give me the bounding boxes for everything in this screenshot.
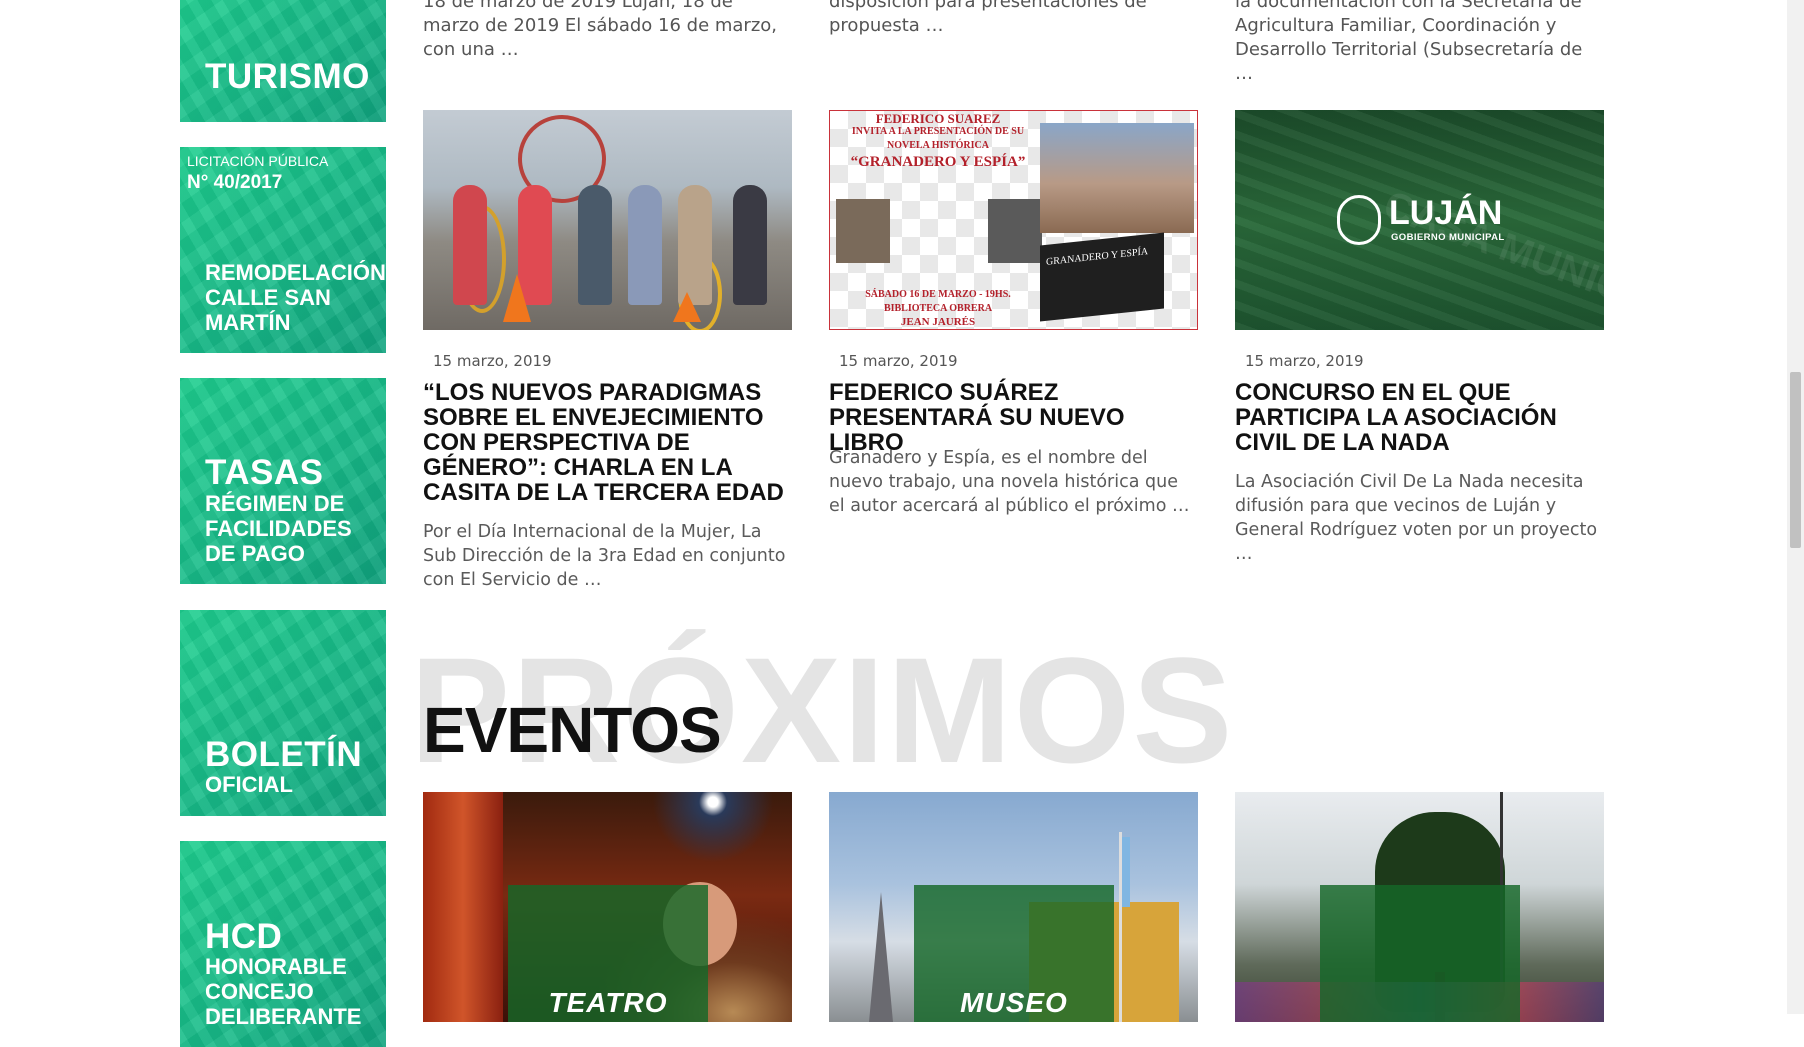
news-date: 15 marzo, 2019 bbox=[433, 352, 552, 370]
news-card: la documentación con la Secretaría de Ag… bbox=[1235, 0, 1604, 600]
event-caption: TEATRO bbox=[548, 987, 668, 1018]
news-title[interactable]: FEDERICO SUÁREZ PRESENTARÁ SU NUEVO LIBR… bbox=[829, 380, 1198, 455]
news-card: disposición para presentaciones de propu… bbox=[829, 0, 1198, 600]
licitacion-label: LICITACIÓN PÚBLICA bbox=[187, 153, 329, 169]
logo-subtitle: GOBIERNO MUNICIPAL bbox=[1391, 232, 1505, 243]
news-title[interactable]: “LOS NUEVOS PARADIGMAS SOBRE EL ENVEJECI… bbox=[423, 380, 792, 505]
flyer-photo bbox=[988, 199, 1042, 263]
news-excerpt: Por el Día Internacional de la Mujer, La… bbox=[423, 522, 786, 590]
flyer-text: INVITA A LA PRESENTACIÓN DE SU bbox=[851, 126, 1025, 137]
licitacion-line3: REMODELACIÓN bbox=[205, 260, 386, 285]
hcd-line1: HONORABLE bbox=[205, 954, 347, 979]
tasas-line1: RÉGIMEN DE bbox=[205, 491, 345, 516]
news-thumbnail[interactable] bbox=[423, 110, 792, 330]
book-title: GRANADERO Y ESPÍA bbox=[1046, 246, 1149, 268]
tasas-title: TASAS bbox=[205, 453, 324, 492]
previous-excerpt: disposición para presentaciones de propu… bbox=[829, 0, 1147, 36]
boletin-line1: OFICIAL bbox=[205, 772, 293, 797]
lujan-logo: LUJÁN GOBIERNO MUNICIPAL bbox=[1337, 195, 1507, 251]
flyer-text: NOVELA HISTÓRICA bbox=[887, 140, 989, 151]
news-thumbnail[interactable]: FEDERICO SUAREZ INVITA A LA PRESENTACIÓN… bbox=[829, 110, 1198, 330]
boletin-banner[interactable]: BOLETÍN OFICIAL bbox=[180, 610, 386, 816]
person bbox=[733, 185, 767, 305]
flyer-book: GRANADERO Y ESPÍA bbox=[1040, 232, 1164, 322]
section-title: EVENTOS bbox=[423, 694, 722, 766]
licitacion-line4: CALLE SAN bbox=[205, 285, 331, 310]
event-card-museo[interactable]: MUSEO bbox=[829, 792, 1198, 1022]
event-card-teatro[interactable]: TEATRO bbox=[423, 792, 792, 1022]
vertical-scrollbar[interactable] bbox=[1787, 0, 1804, 1014]
hcd-banner[interactable]: HCD HONORABLE CONCEJO DELIBERANTE bbox=[180, 841, 386, 1047]
scrollbar-thumb[interactable] bbox=[1790, 372, 1801, 548]
news-card: 18 de marzo de 2019 Luján, 18 de marzo d… bbox=[423, 0, 792, 600]
church-spire bbox=[869, 892, 893, 1022]
flyer-photo bbox=[836, 199, 890, 263]
flyer-text: FEDERICO SUAREZ bbox=[875, 111, 1001, 126]
news-excerpt: La Asociación Civil De La Nada necesita … bbox=[1235, 472, 1598, 564]
stage-curtain bbox=[423, 792, 503, 1022]
cone bbox=[673, 292, 701, 322]
hcd-line3: DELIBERANTE bbox=[205, 1004, 362, 1029]
person bbox=[678, 185, 712, 305]
news-title[interactable]: CONCURSO EN EL QUE PARTICIPA LA ASOCIACI… bbox=[1235, 380, 1604, 455]
flyer-text: “GRANADERO Y ESPÍA” bbox=[850, 154, 1026, 170]
hcd-line2: CONCEJO bbox=[205, 979, 314, 1004]
licitacion-banner[interactable]: LICITACIÓN PÚBLICA N° 40/2017 REMODELACI… bbox=[180, 147, 386, 353]
tasas-banner[interactable]: TASAS RÉGIMEN DE FACILIDADES DE PAGO bbox=[180, 378, 386, 584]
event-caption: MUSEO bbox=[960, 987, 1068, 1018]
person bbox=[628, 185, 662, 305]
flag bbox=[1122, 837, 1130, 907]
news-thumbnail[interactable]: CASA MUNICIPAL LUJÁN GOBIERNO MUNICIPAL bbox=[1235, 110, 1604, 330]
shield-icon bbox=[1337, 195, 1381, 245]
flyer-text: SÁBADO 16 DE MARZO - 19HS. bbox=[865, 289, 1011, 300]
news-date: 15 marzo, 2019 bbox=[1245, 352, 1364, 370]
event-card-plaza[interactable] bbox=[1235, 792, 1604, 1022]
person bbox=[453, 185, 487, 305]
cone bbox=[503, 274, 531, 322]
person bbox=[578, 185, 612, 305]
flyer-landscape bbox=[1040, 123, 1194, 233]
previous-excerpt: 18 de marzo de 2019 Luján, 18 de marzo d… bbox=[423, 0, 778, 60]
previous-excerpt: la documentación con la Secretaría de Ag… bbox=[1235, 0, 1583, 84]
licitacion-line5: MARTÍN bbox=[205, 310, 291, 335]
news-date: 15 marzo, 2019 bbox=[839, 352, 958, 370]
turismo-banner[interactable]: TURISMO bbox=[180, 0, 386, 122]
flyer-text: JEAN JAURÉS bbox=[900, 316, 976, 328]
event-overlay bbox=[1320, 885, 1520, 1022]
tasas-line3: DE PAGO bbox=[205, 541, 305, 566]
tasas-line2: FACILIDADES bbox=[205, 516, 352, 541]
boletin-title: BOLETÍN bbox=[205, 735, 363, 774]
news-excerpt: Granadero y Espía, es el nombre del nuev… bbox=[829, 448, 1190, 516]
turismo-title: TURISMO bbox=[205, 57, 370, 96]
hcd-title: HCD bbox=[205, 917, 283, 956]
licitacion-number: N° 40/2017 bbox=[187, 172, 283, 193]
flyer-text: BIBLIOTECA OBRERA bbox=[883, 303, 993, 314]
logo-name: LUJÁN bbox=[1389, 194, 1503, 232]
